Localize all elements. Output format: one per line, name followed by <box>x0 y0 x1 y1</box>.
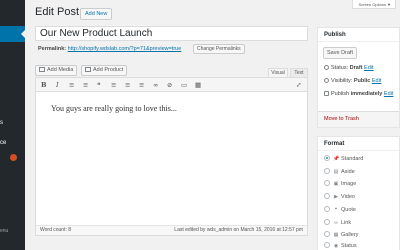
add-product-label: Add Product <box>93 67 124 73</box>
image-icon: ▣ <box>333 181 339 187</box>
add-product-button[interactable]: Add Product <box>81 65 128 76</box>
radio[interactable] <box>324 231 330 237</box>
video-icon: ▶ <box>334 194 338 200</box>
editor-content[interactable]: You guys are really going to love this..… <box>51 104 177 113</box>
save-draft-button[interactable]: Save Draft <box>323 47 357 59</box>
chevron-down-icon: ▼ <box>387 2 391 7</box>
align-center-icon[interactable]: ≡ <box>125 81 130 89</box>
radio[interactable] <box>324 193 330 199</box>
status-value: Draft <box>349 65 363 71</box>
edit-status-link[interactable]: Edit <box>364 65 373 71</box>
calendar-icon <box>324 91 329 96</box>
fullscreen-icon[interactable]: ⤢ <box>296 81 301 89</box>
format-option-label: Gallery <box>341 232 359 238</box>
notification-badge <box>10 154 17 161</box>
publish-box-title: Publish <box>318 28 399 42</box>
editor-statusbar: Word count: 8 Last edited by wds_admin o… <box>36 225 307 235</box>
permalink-label: Permalink: <box>38 46 67 52</box>
eye-icon <box>324 78 329 83</box>
link-icon[interactable]: ∞ <box>153 81 158 89</box>
screen-options-label: Screen Options <box>358 2 387 7</box>
sidebar-item-label[interactable]: s <box>0 120 3 126</box>
format-option-image[interactable]: ▣ Image <box>324 180 356 187</box>
screen-options-button[interactable]: Screen Options▼ <box>352 0 396 9</box>
read-more-icon[interactable]: ▭ <box>181 81 187 89</box>
publish-schedule-value: immediately <box>350 91 383 97</box>
sidebar-item-posts-active[interactable] <box>0 26 25 42</box>
status-icon: ◉ <box>333 243 339 249</box>
format-option-status[interactable]: ◉ Status <box>324 242 357 249</box>
align-right-icon[interactable]: ≡ <box>139 81 144 89</box>
media-icon <box>39 67 45 72</box>
format-option-link[interactable]: ∞ Link <box>324 219 351 226</box>
radio[interactable] <box>324 206 330 212</box>
toolbar-toggle-icon[interactable]: ▦ <box>195 81 201 89</box>
format-option-aside[interactable]: ▤ Aside <box>324 168 355 175</box>
radio[interactable] <box>324 219 330 225</box>
format-option-video[interactable]: ▶ Video <box>324 193 355 200</box>
pin-icon: 📌 <box>333 156 340 162</box>
publish-actions: Move to Trash <box>318 111 399 127</box>
post-title-input[interactable]: Our New Product Launch <box>35 26 308 41</box>
change-permalinks-button[interactable]: Change Permalinks <box>193 44 245 54</box>
blockquote-icon[interactable]: ❝ <box>97 81 101 89</box>
product-icon <box>85 67 91 72</box>
aside-icon: ▤ <box>333 169 339 175</box>
edit-schedule-link[interactable]: Edit <box>384 91 393 97</box>
status-label: Status: <box>331 65 349 71</box>
page-title: Edit Post <box>35 6 80 18</box>
radio[interactable] <box>324 168 330 174</box>
unlink-icon[interactable]: ⊘ <box>167 81 172 89</box>
tab-visual[interactable]: Visual <box>268 68 288 77</box>
permalink-row: Permalink: http://shopify.wdslab.com/?p=… <box>38 46 181 52</box>
bold-icon[interactable]: B <box>41 81 47 89</box>
format-option-standard[interactable]: 📌 Standard <box>324 155 363 162</box>
visibility-label: Visibility: <box>331 78 353 84</box>
move-to-trash-link[interactable]: Move to Trash <box>324 116 359 122</box>
tab-text[interactable]: Text <box>290 68 308 77</box>
format-box: Format 📌 Standard ▤ Aside ▣ Image ▶ Video ❝ Q… <box>317 136 400 250</box>
status-row: Status: Draft Edit <box>324 65 374 71</box>
admin-sidebar: s ce enu <box>0 0 25 250</box>
align-left-icon[interactable]: ≡ <box>111 81 116 89</box>
gallery-icon: ▦ <box>333 232 339 238</box>
numbered-list-icon[interactable]: ≡ <box>83 81 88 89</box>
bulleted-list-icon[interactable]: ≡ <box>69 81 74 89</box>
format-option-gallery[interactable]: ▦ Gallery <box>324 231 358 238</box>
format-option-label: Status <box>341 243 357 249</box>
radio-selected[interactable] <box>324 155 330 161</box>
format-option-label: Video <box>341 194 355 200</box>
publish-box: Publish Save Draft Status: Draft Edit Vi… <box>317 27 400 128</box>
format-option-quote[interactable]: ❝ Quote <box>324 206 356 213</box>
sidebar-collapse-menu[interactable]: enu <box>0 228 8 234</box>
format-option-label: Quote <box>341 207 356 213</box>
last-edited: Last edited by wds_admin on March 15, 20… <box>174 227 303 233</box>
quote-icon: ❝ <box>334 207 338 213</box>
format-option-label: Standard <box>341 156 364 162</box>
post-editor[interactable]: B I ≡ ≡ ❝ ≡ ≡ ≡ ∞ ⊘ ▭ ▦ ⤢ You guys are r… <box>35 77 308 236</box>
format-box-title: Format <box>318 137 399 151</box>
sidebar-item-label[interactable]: ce <box>0 140 6 146</box>
add-new-button[interactable]: Add New <box>80 8 113 20</box>
word-count: Word count: 8 <box>40 227 72 233</box>
editor-toolbar: B I ≡ ≡ ❝ ≡ ≡ ≡ ∞ ⊘ ▭ ▦ ⤢ <box>36 78 307 92</box>
permalink-link[interactable]: http://shopify.wdslab.com/?p=71&preview=… <box>68 46 182 52</box>
format-option-label: Aside <box>341 169 355 175</box>
format-option-label: Image <box>341 181 357 187</box>
pin-icon <box>324 65 329 70</box>
edit-visibility-link[interactable]: Edit <box>372 78 381 84</box>
radio[interactable] <box>324 180 330 186</box>
visibility-value: Public <box>353 78 371 84</box>
publish-schedule-row: Publish immediately Edit <box>324 91 393 97</box>
link-icon: ∞ <box>334 220 338 226</box>
format-option-label: Link <box>341 220 352 226</box>
add-media-button[interactable]: Add Media <box>35 65 78 76</box>
italic-icon[interactable]: I <box>56 81 59 89</box>
radio[interactable] <box>324 242 330 248</box>
visibility-row: Visibility: Public Edit <box>324 78 381 84</box>
publish-schedule-label: Publish <box>331 91 350 97</box>
add-media-label: Add Media <box>47 67 74 73</box>
